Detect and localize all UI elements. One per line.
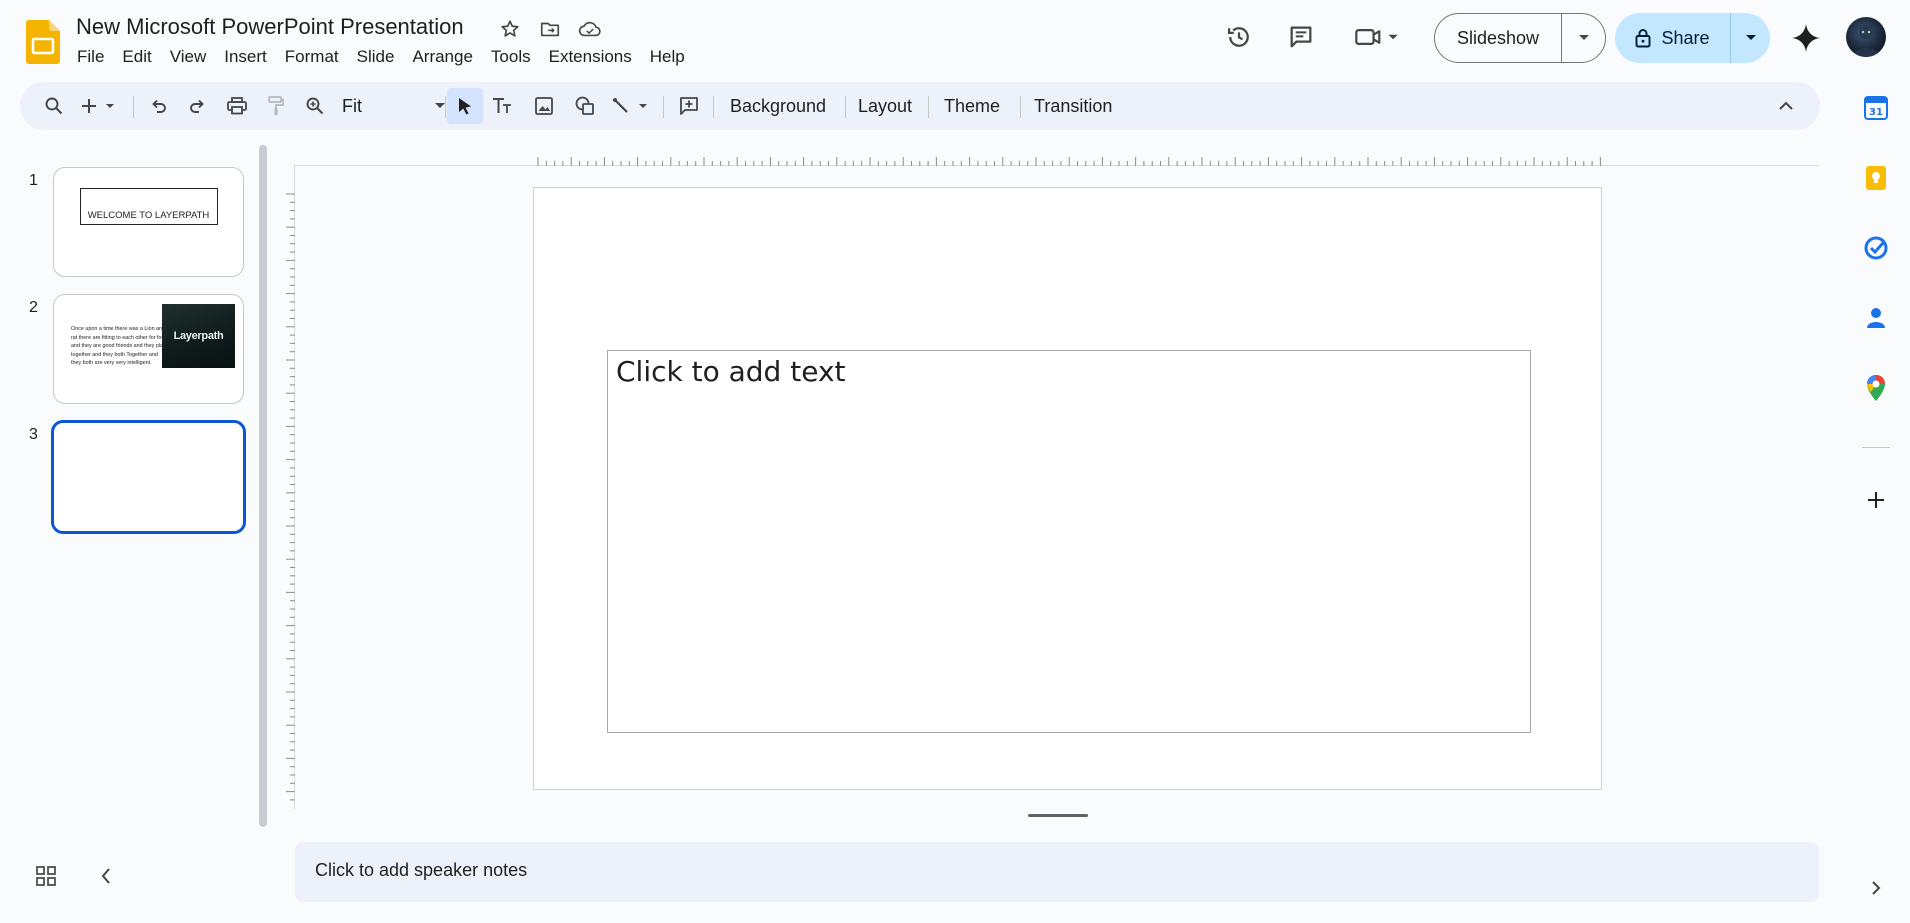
notes-resize-handle[interactable] [1028, 814, 1088, 817]
collapse-toolbar-icon[interactable] [1770, 90, 1802, 122]
undo-icon[interactable] [143, 90, 175, 122]
vertical-ruler [286, 193, 295, 801]
move-folder-icon[interactable] [538, 17, 562, 41]
select-tool-icon[interactable] [447, 88, 483, 124]
speaker-notes[interactable]: Click to add speaker notes [295, 842, 1819, 902]
cloud-saved-icon[interactable] [578, 17, 602, 41]
line-tool-icon[interactable] [610, 90, 656, 122]
slide-number: 3 [29, 426, 38, 443]
document-title[interactable]: New Microsoft PowerPoint Presentation [76, 14, 464, 40]
meet-camera-icon[interactable] [1352, 20, 1402, 54]
menu-arrange[interactable]: Arrange [403, 46, 481, 68]
zoom-value: Fit [342, 95, 362, 116]
text-box-icon[interactable] [487, 90, 519, 122]
shape-icon[interactable] [569, 90, 601, 122]
slide-1-title: WELCOME TO LAYERPATH [87, 210, 210, 221]
menu-edit[interactable]: Edit [113, 46, 160, 68]
expand-side-panel-icon[interactable] [1860, 872, 1892, 904]
comments-icon[interactable] [1284, 20, 1318, 54]
slide-2-body: Once upon a time there was a Lion and ra… [71, 326, 168, 367]
menu-slide[interactable]: Slide [348, 46, 404, 68]
menu-file[interactable]: File [68, 46, 113, 68]
menu-view[interactable]: View [161, 46, 216, 68]
star-icon[interactable] [498, 17, 522, 41]
slide-2-image-label: Layerpath [173, 330, 224, 342]
print-icon[interactable] [221, 90, 253, 122]
user-avatar[interactable] [1846, 17, 1886, 57]
menu-tools[interactable]: Tools [482, 46, 540, 68]
zoom-select[interactable]: Fit [342, 90, 452, 122]
toolbar: Fit Background Layout Theme Transition [20, 82, 1820, 130]
slide-canvas[interactable]: Click to add text [533, 187, 1602, 790]
insert-comment-icon[interactable] [673, 90, 705, 122]
menu-help[interactable]: Help [641, 46, 694, 68]
lock-icon [1635, 28, 1651, 48]
redo-icon[interactable] [181, 90, 213, 122]
version-history-icon[interactable] [1222, 20, 1256, 54]
background-button[interactable]: Background [730, 90, 826, 122]
slide-number: 1 [29, 172, 38, 189]
menu-bar: File Edit View Insert Format Slide Arran… [68, 46, 694, 68]
layout-button[interactable]: Layout [858, 90, 912, 122]
slide-number: 2 [29, 299, 38, 316]
insert-image-icon[interactable] [528, 90, 560, 122]
transition-button[interactable]: Transition [1034, 90, 1112, 122]
contacts-icon[interactable] [1860, 302, 1892, 334]
slides-logo-icon[interactable] [26, 20, 60, 64]
new-slide-icon[interactable] [78, 90, 124, 122]
slide-thumbnail-3[interactable] [51, 420, 246, 534]
menu-format[interactable]: Format [276, 46, 348, 68]
grid-view-icon[interactable] [32, 862, 60, 890]
slideshow-label[interactable]: Slideshow [1435, 14, 1562, 62]
slideshow-button[interactable]: Slideshow [1434, 13, 1606, 63]
zoom-icon[interactable] [299, 90, 331, 122]
maps-icon[interactable] [1860, 372, 1892, 404]
svg-text:31: 31 [1869, 107, 1883, 118]
tasks-icon[interactable] [1860, 232, 1892, 264]
collapse-filmstrip-icon[interactable] [92, 862, 120, 890]
share-dropdown-icon[interactable] [1731, 13, 1770, 63]
calendar-icon[interactable]: 31 [1860, 92, 1892, 124]
theme-button[interactable]: Theme [944, 90, 1000, 122]
slide-thumbnail-2[interactable]: Once upon a time there was a Lion and ra… [53, 294, 244, 404]
slideshow-dropdown-icon[interactable] [1562, 14, 1605, 62]
text-placeholder-box[interactable]: Click to add text [607, 350, 1531, 733]
filmstrip-scrollbar[interactable] [259, 145, 267, 827]
text-placeholder[interactable]: Click to add text [616, 355, 846, 388]
slide-2-image: Layerpath [162, 304, 235, 368]
paint-format-icon[interactable] [260, 90, 292, 122]
menu-insert[interactable]: Insert [215, 46, 276, 68]
search-menus-icon[interactable] [38, 90, 70, 122]
share-label: Share [1661, 27, 1710, 48]
slide-thumbnail-1[interactable]: WELCOME TO LAYERPATH [53, 167, 244, 277]
share-button[interactable]: Share [1615, 13, 1770, 63]
add-addon-icon[interactable] [1860, 484, 1892, 516]
gemini-sparkle-icon[interactable] [1790, 22, 1822, 54]
keep-icon[interactable] [1860, 162, 1892, 194]
speaker-notes-placeholder[interactable]: Click to add speaker notes [315, 860, 527, 881]
horizontal-ruler [537, 157, 1601, 166]
menu-extensions[interactable]: Extensions [540, 46, 641, 68]
